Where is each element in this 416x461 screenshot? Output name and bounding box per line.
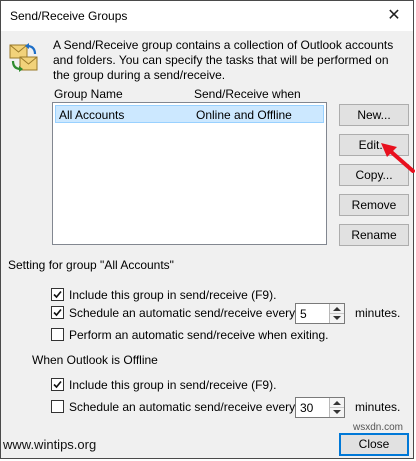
stepper-arrows[interactable] [329, 398, 344, 417]
red-arrow-icon [381, 143, 415, 173]
online-exit-checkbox[interactable] [51, 328, 64, 341]
online-exit-label: Perform an automatic send/receive when e… [69, 328, 329, 342]
online-schedule-label: Schedule an automatic send/receive every [69, 306, 296, 320]
stepper-down-icon[interactable] [333, 316, 341, 320]
column-header-send-receive-when: Send/Receive when [194, 87, 301, 101]
window-title: Send/Receive Groups [10, 9, 128, 23]
offline-minutes-unit: minutes. [355, 400, 401, 414]
corner-watermark: wsxdn.com [353, 422, 404, 433]
dialog-description: A Send/Receive group contains a collecti… [53, 38, 394, 82]
checkmark-icon [53, 290, 62, 299]
column-header-group-name: Group Name [54, 87, 123, 101]
online-minutes-unit: minutes. [355, 306, 401, 320]
group-name-cell: All Accounts [59, 108, 125, 122]
stepper-up-icon[interactable] [333, 307, 341, 311]
rename-button[interactable]: Rename [339, 224, 409, 246]
group-row-all-accounts[interactable]: All Accounts Online and Offline [55, 105, 324, 123]
remove-button[interactable]: Remove [339, 194, 409, 216]
stepper-up-icon[interactable] [333, 401, 341, 405]
online-settings-label: Setting for group "All Accounts" [8, 258, 174, 272]
send-receive-groups-dialog: Send/Receive Groups ✕ A Send/Receive gro… [0, 0, 415, 459]
offline-schedule-checkbox[interactable] [51, 400, 64, 413]
checkmark-icon [53, 380, 62, 389]
stepper-divider [330, 407, 344, 408]
close-button[interactable]: Close [339, 433, 409, 456]
stepper-down-icon[interactable] [333, 410, 341, 414]
offline-include-label: Include this group in send/receive (F9). [69, 378, 277, 392]
checkmark-icon [53, 308, 62, 317]
online-minutes-stepper[interactable]: 5 [295, 303, 345, 324]
title-bar: Send/Receive Groups ✕ [1, 1, 413, 31]
new-button[interactable]: New... [339, 104, 409, 126]
online-schedule-checkbox[interactable] [51, 306, 64, 319]
send-receive-sync-icon [9, 43, 38, 72]
offline-minutes-value: 30 [300, 401, 314, 415]
offline-schedule-label: Schedule an automatic send/receive every [69, 400, 296, 414]
groups-list[interactable]: All Accounts Online and Offline [52, 102, 327, 245]
stepper-arrows[interactable] [329, 304, 344, 323]
stepper-divider [330, 313, 344, 314]
offline-minutes-stepper[interactable]: 30 [295, 397, 345, 418]
window-close-icon[interactable]: ✕ [383, 6, 405, 26]
offline-settings-label: When Outlook is Offline [32, 353, 158, 367]
group-when-cell: Online and Offline [196, 108, 292, 122]
site-watermark: www.wintips.org [3, 437, 97, 452]
online-include-label: Include this group in send/receive (F9). [69, 288, 277, 302]
offline-include-checkbox[interactable] [51, 378, 64, 391]
online-minutes-value: 5 [300, 307, 307, 321]
online-include-checkbox[interactable] [51, 288, 64, 301]
